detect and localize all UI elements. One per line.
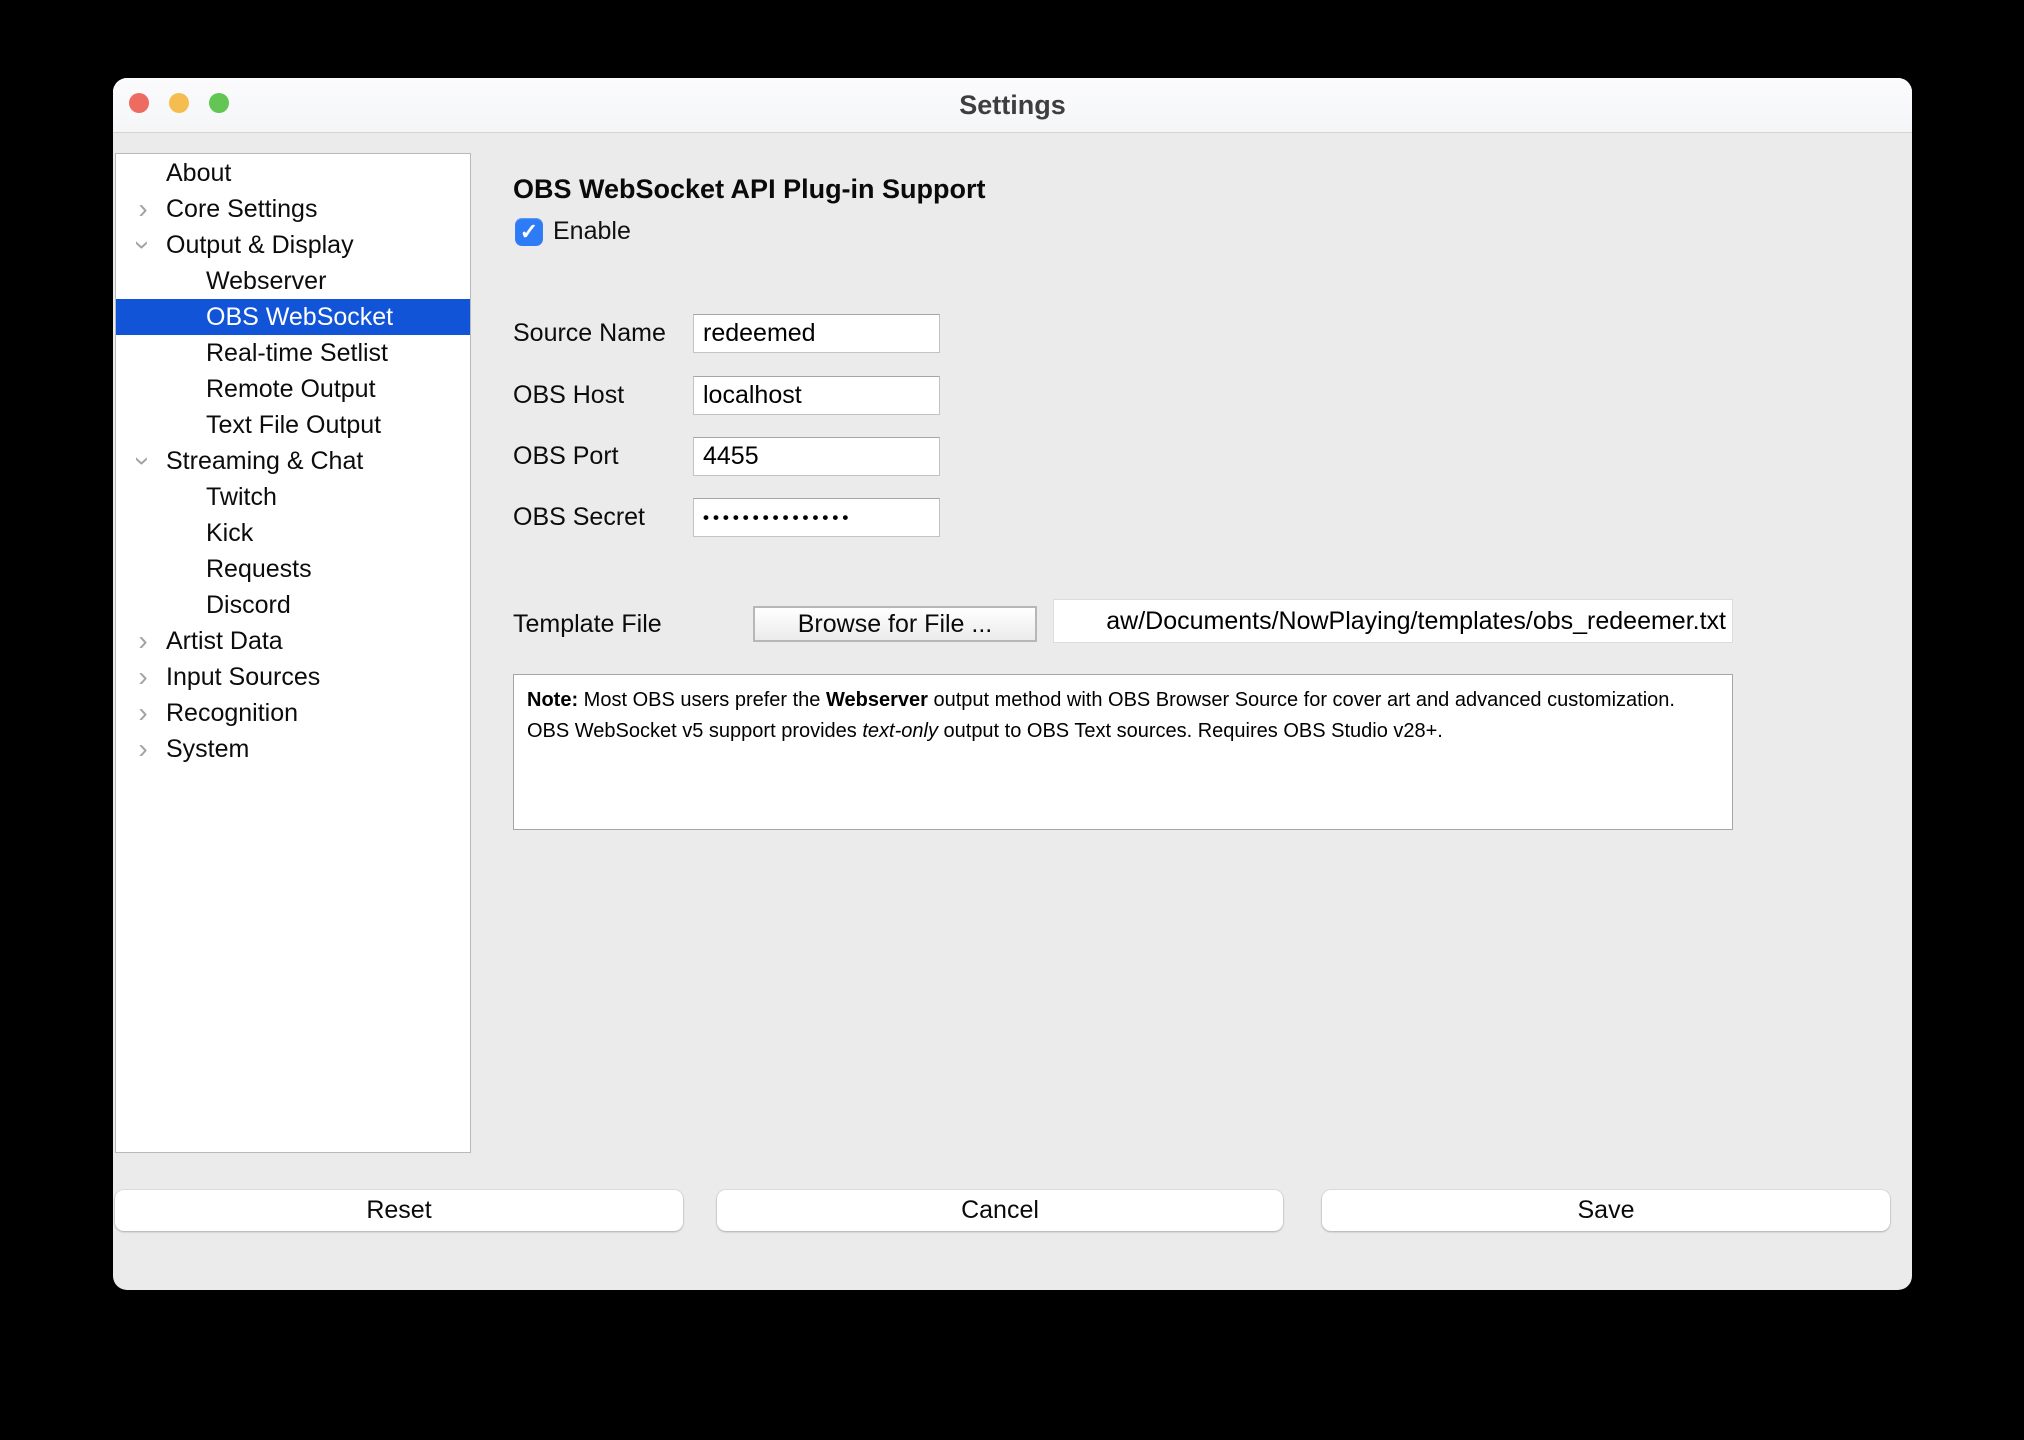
- sidebar-item-obs-websocket[interactable]: OBS WebSocket: [116, 299, 470, 335]
- sidebar-item-output-display[interactable]: ›Output & Display: [116, 227, 470, 263]
- sidebar-item-discord[interactable]: Discord: [116, 587, 470, 623]
- sidebar-item-real-time-setlist[interactable]: Real-time Setlist: [116, 335, 470, 371]
- sidebar-item-input-sources[interactable]: ›Input Sources: [116, 659, 470, 695]
- field-label: OBS Port: [513, 442, 693, 471]
- field-label: Source Name: [513, 319, 693, 348]
- cancel-button[interactable]: Cancel: [717, 1190, 1283, 1231]
- form-row-obs-port: OBS Port4455: [513, 437, 943, 476]
- template-file-path-input[interactable]: aw/Documents/NowPlaying/templates/obs_re…: [1053, 599, 1733, 643]
- window-title: Settings: [959, 90, 1066, 121]
- enable-label: Enable: [553, 217, 631, 246]
- sidebar-item-label: Text File Output: [206, 411, 381, 440]
- reset-button[interactable]: Reset: [115, 1190, 683, 1231]
- obs-port-input[interactable]: 4455: [693, 437, 940, 476]
- sidebar-item-label: Webserver: [206, 267, 326, 296]
- note-text-segment: output method with OBS Browser Source fo…: [928, 689, 1675, 711]
- sidebar-item-core-settings[interactable]: ›Core Settings: [116, 191, 470, 227]
- close-window-icon[interactable]: [129, 93, 149, 113]
- sidebar-item-remote-output[interactable]: Remote Output: [116, 371, 470, 407]
- obs-secret-input[interactable]: •••••••••••••••: [693, 498, 940, 537]
- sidebar-item-twitch[interactable]: Twitch: [116, 479, 470, 515]
- sidebar-item-label: System: [166, 735, 249, 764]
- minimize-window-icon[interactable]: [169, 93, 189, 113]
- sidebar-item-streaming-chat[interactable]: ›Streaming & Chat: [116, 443, 470, 479]
- field-label: OBS Host: [513, 381, 693, 410]
- source-name-input[interactable]: redeemed: [693, 314, 940, 353]
- sidebar: About ›Core Settings›Output & Display Webs…: [115, 153, 471, 1153]
- enable-row: ✓ Enable: [515, 217, 631, 246]
- form-row-obs-secret: OBS Secret•••••••••••••••: [513, 498, 943, 537]
- template-file-label: Template File: [513, 606, 662, 642]
- sidebar-item-label: Kick: [206, 519, 253, 548]
- sidebar-item-label: Input Sources: [166, 663, 320, 692]
- sidebar-item-text-file-output[interactable]: Text File Output: [116, 407, 470, 443]
- obs-host-input[interactable]: localhost: [693, 376, 940, 415]
- field-label: OBS Secret: [513, 503, 693, 532]
- sidebar-item-label: Core Settings: [166, 195, 317, 224]
- note-line-1: Note: Most OBS users prefer the Webserve…: [527, 685, 1719, 716]
- sidebar-item-label: Streaming & Chat: [166, 447, 363, 476]
- enable-checkbox[interactable]: ✓: [515, 218, 543, 246]
- note-box: Note: Most OBS users prefer the Webserve…: [513, 674, 1733, 830]
- sidebar-item-webserver[interactable]: Webserver: [116, 263, 470, 299]
- sidebar-item-label: OBS WebSocket: [206, 303, 393, 332]
- sidebar-item-artist-data[interactable]: ›Artist Data: [116, 623, 470, 659]
- sidebar-item-label: Requests: [206, 555, 312, 584]
- sidebar-item-about[interactable]: About: [116, 155, 470, 191]
- save-button[interactable]: Save: [1322, 1190, 1890, 1231]
- note-text-segment: Most OBS users prefer the: [578, 689, 826, 711]
- sidebar-item-label: Recognition: [166, 699, 298, 728]
- settings-window: Settings About ›Core Settings›Output & Di…: [113, 78, 1912, 1290]
- page-title: OBS WebSocket API Plug-in Support: [513, 174, 986, 205]
- sidebar-item-kick[interactable]: Kick: [116, 515, 470, 551]
- sidebar-item-label: Real-time Setlist: [206, 339, 388, 368]
- title-bar: Settings: [113, 78, 1912, 133]
- sidebar-item-label: Twitch: [206, 483, 277, 512]
- sidebar-item-label: Discord: [206, 591, 291, 620]
- checkmark-icon: ✓: [520, 221, 538, 243]
- form-row-obs-host: OBS Hostlocalhost: [513, 376, 943, 415]
- sidebar-item-label: Remote Output: [206, 375, 376, 404]
- note-text-segment: output to OBS Text sources. Requires OBS…: [938, 720, 1443, 742]
- sidebar-item-label: About: [166, 159, 231, 188]
- sidebar-item-requests[interactable]: Requests: [116, 551, 470, 587]
- sidebar-item-system[interactable]: ›System: [116, 731, 470, 767]
- browse-for-file-button[interactable]: Browse for File ...: [753, 606, 1037, 642]
- sidebar-item-recognition[interactable]: ›Recognition: [116, 695, 470, 731]
- note-text-segment: OBS WebSocket v5 support provides: [527, 720, 862, 742]
- sidebar-item-label: Artist Data: [166, 627, 283, 656]
- note-line-2: OBS WebSocket v5 support provides text-o…: [527, 716, 1719, 747]
- note-text-segment: text-only: [862, 720, 938, 742]
- note-text-segment: Webserver: [826, 689, 928, 711]
- note-text-segment: Note:: [527, 689, 578, 711]
- zoom-window-icon[interactable]: [209, 93, 229, 113]
- form-row-source-name: Source Nameredeemed: [513, 314, 943, 353]
- sidebar-item-label: Output & Display: [166, 231, 354, 260]
